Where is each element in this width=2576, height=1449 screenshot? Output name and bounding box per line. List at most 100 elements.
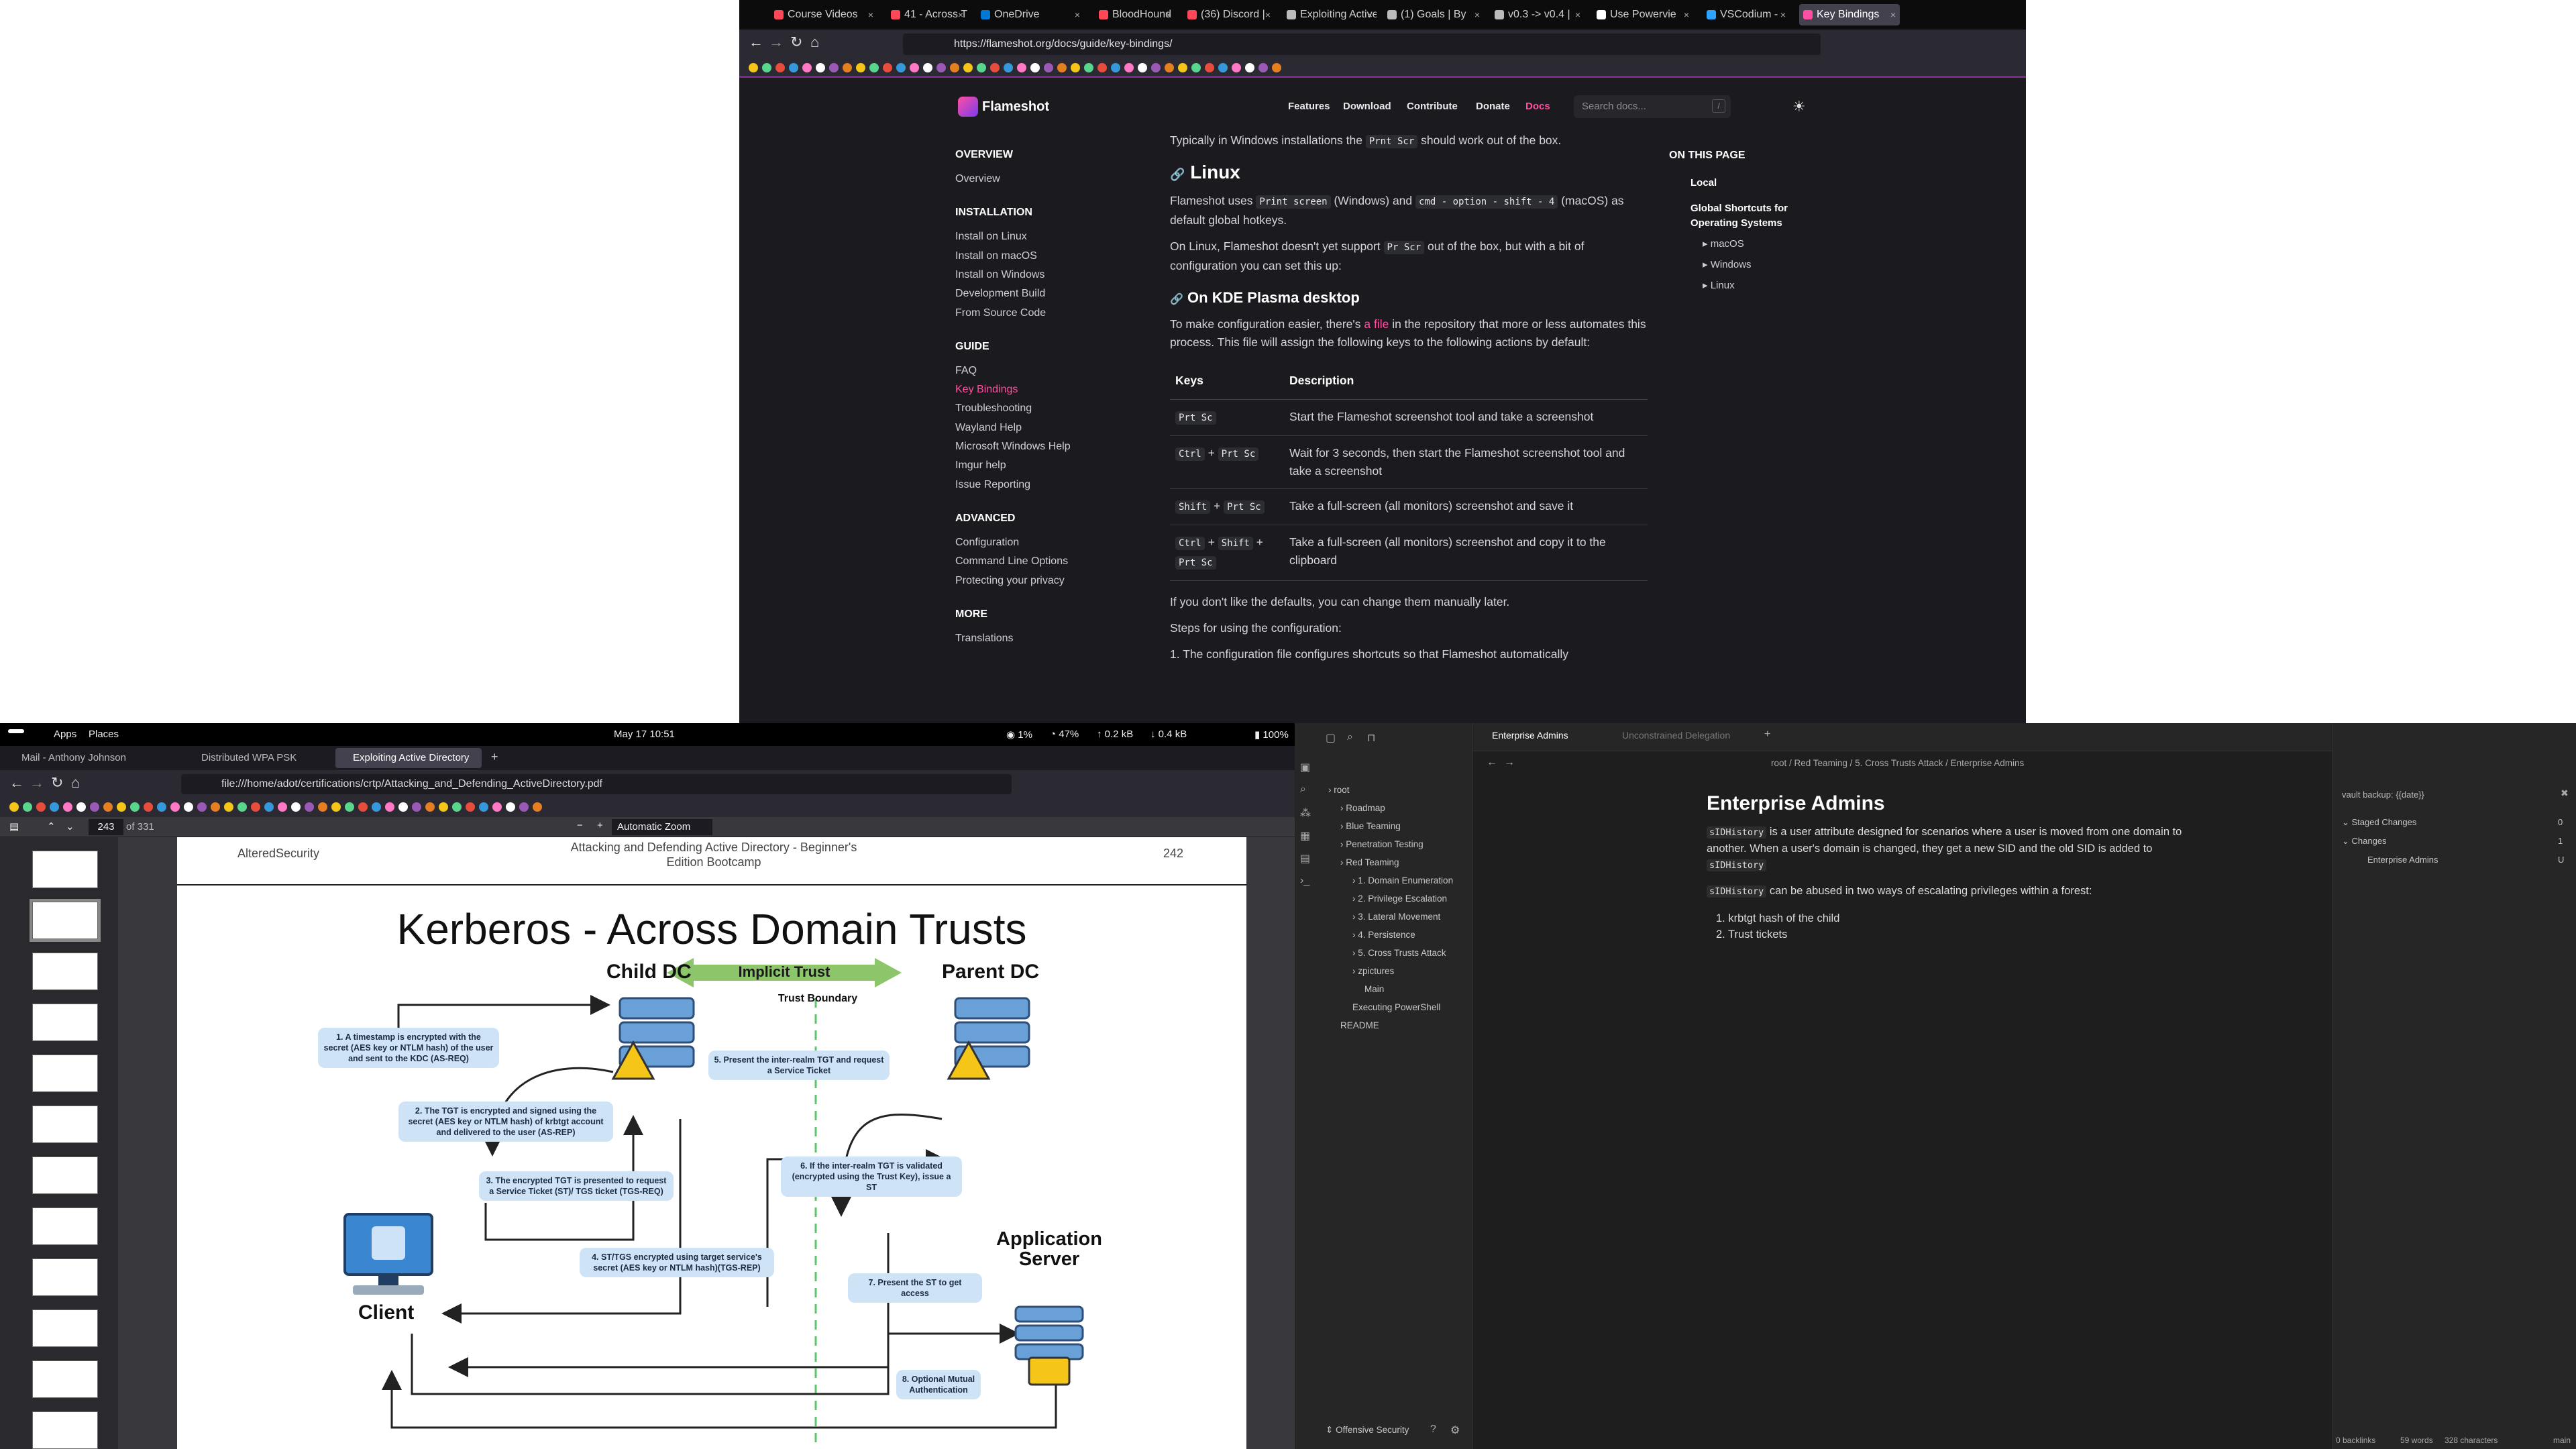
bookmark-icon[interactable] [23, 802, 32, 812]
terminal-icon[interactable]: ›_ [1300, 875, 1309, 887]
next-page-icon[interactable]: ⌄ [66, 820, 74, 833]
file-tree-item[interactable]: › 1. Domain Enumeration [1352, 875, 1453, 885]
breadcrumb-item[interactable]: root [1771, 758, 1786, 768]
bookmark-icon[interactable] [50, 802, 59, 812]
staged-changes-header[interactable]: ⌄ Staged Changes [2342, 817, 2416, 828]
close-tab-icon[interactable]: × [1890, 4, 1896, 25]
bookmark-icon[interactable] [1030, 63, 1040, 72]
bookmark-icon[interactable] [1071, 63, 1080, 72]
brand-name[interactable]: Flameshot [982, 97, 1049, 117]
nav-contribute[interactable]: Contribute [1407, 101, 1458, 112]
file-tree-item[interactable]: › 2. Privilege Escalation [1352, 894, 1447, 904]
back-icon[interactable]: ← [9, 774, 24, 792]
bookmark-icon[interactable] [479, 802, 488, 812]
bookmark-icon[interactable] [910, 63, 919, 72]
file-tree-item[interactable]: › Roadmap [1340, 803, 1385, 813]
bookmark-icon[interactable] [76, 802, 86, 812]
tab-unconstrained-delegation[interactable]: Unconstrained Delegation [1622, 730, 1730, 741]
breadcrumb-item[interactable]: 5. Cross Trusts Attack [1855, 758, 1943, 768]
page-thumbnail[interactable] [32, 1208, 98, 1245]
sidebar-item[interactable]: Troubleshooting [955, 402, 1032, 415]
sidebar-item[interactable]: Imgur help [955, 460, 1006, 472]
close-tab-icon[interactable]: × [1075, 4, 1080, 25]
sidebar-item[interactable]: Configuration [955, 537, 1019, 549]
bookmark-icon[interactable] [144, 802, 153, 812]
file-tree-item[interactable]: › Blue Teaming [1340, 821, 1401, 831]
file-tree-item[interactable]: › 5. Cross Trusts Attack [1352, 948, 1446, 958]
theme-toggle-icon[interactable]: ☀ [1792, 98, 1806, 115]
bookmark-icon[interactable] [305, 802, 314, 812]
zoom-in-icon[interactable]: + [597, 820, 603, 831]
bookmark-icon[interactable] [843, 63, 852, 72]
toc-linux[interactable]: ▸ Linux [1703, 279, 1735, 291]
close-tab-icon[interactable]: × [868, 4, 873, 25]
new-tab-icon[interactable]: + [1764, 729, 1770, 741]
sidebar-item[interactable]: Key Bindings [955, 384, 1018, 396]
browser-tab[interactable]: Key Bindings × [1799, 4, 1900, 25]
bookmark-icon[interactable] [1205, 63, 1214, 72]
clock[interactable]: May 17 10:51 [614, 729, 675, 740]
nav-forward-icon[interactable]: → [1504, 757, 1515, 769]
bookmark-icon[interactable] [856, 63, 865, 72]
note-content[interactable]: Enterprise Admins sIDHistory is a user a… [1707, 794, 2190, 943]
browser-tab[interactable]: VSCodium - × [1703, 4, 1790, 25]
bookmark-icon[interactable] [519, 802, 529, 812]
zoom-out-icon[interactable]: − [577, 820, 583, 831]
file-link[interactable]: a file [1364, 317, 1389, 331]
toc-windows[interactable]: ▸ Windows [1703, 258, 1752, 270]
settings-gear-icon[interactable]: ⚙ [1450, 1424, 1460, 1437]
tab-mail[interactable]: Mail - Anthony Johnson [4, 748, 178, 768]
bookmark-icon[interactable] [1151, 63, 1161, 72]
bookmark-icon[interactable] [345, 802, 354, 812]
bookmark-icon[interactable] [896, 63, 906, 72]
nav-donate[interactable]: Donate [1476, 101, 1510, 112]
browser-tab[interactable]: 41 - Across Tr × [887, 4, 967, 25]
file-tree-item[interactable]: › 3. Lateral Movement [1352, 912, 1440, 922]
bookmark-icon[interactable] [117, 802, 126, 812]
bookmark-icon[interactable] [789, 63, 798, 72]
close-tab-icon[interactable]: × [958, 4, 963, 25]
bookmark-icon[interactable] [318, 802, 327, 812]
bookmark-icon[interactable] [237, 802, 247, 812]
tab-exploiting-ad[interactable]: Exploiting Active Directory [335, 748, 482, 768]
activities-icon[interactable] [8, 729, 24, 733]
toc-global-shortcuts[interactable]: Global Shortcuts for Operating Systems [1690, 201, 1811, 231]
page-thumbnail[interactable] [32, 1309, 98, 1347]
bookmark-icon[interactable] [816, 63, 825, 72]
bookmark-icon[interactable] [211, 802, 220, 812]
bookmark-icon[interactable] [63, 802, 72, 812]
new-tab-icon[interactable]: + [491, 750, 498, 764]
forward-icon[interactable]: → [769, 34, 784, 51]
sidebar-item[interactable]: Microsoft Windows Help [955, 441, 1071, 453]
bookmark-icon[interactable] [883, 63, 892, 72]
page-thumbnail[interactable] [32, 1004, 98, 1041]
toc-macos[interactable]: ▸ macOS [1703, 237, 1744, 250]
file-tree-item[interactable]: README [1340, 1020, 1379, 1030]
flameshot-logo-icon[interactable] [958, 97, 978, 117]
bookmark-icon[interactable] [9, 802, 19, 812]
bookmark-icon[interactable] [1245, 63, 1254, 72]
bookmark-icon[interactable] [963, 63, 973, 72]
files-icon[interactable]: ▣ [1300, 761, 1310, 774]
page-thumbnail[interactable] [30, 899, 101, 942]
sidebar-item[interactable]: From Source Code [955, 307, 1046, 319]
page-thumbnail[interactable] [32, 1411, 98, 1449]
bookmark-icon[interactable] [936, 63, 946, 72]
toc-local[interactable]: Local [1690, 177, 1717, 189]
close-tab-icon[interactable]: × [1265, 4, 1271, 25]
url-bar[interactable]: file:///home/adot/certifications/crtp/At… [181, 774, 1012, 794]
apps-menu[interactable]: Apps [54, 729, 76, 740]
bookmark-icon[interactable] [1097, 63, 1107, 72]
forward-icon[interactable]: → [30, 774, 44, 792]
bookmark-icon[interactable] [749, 63, 758, 72]
page-thumbnail[interactable] [32, 953, 98, 990]
sidebar-item[interactable]: FAQ [955, 365, 977, 377]
bookmark-icon[interactable] [1232, 63, 1241, 72]
bookmark-icon[interactable] [977, 63, 986, 72]
nav-docs[interactable]: Docs [1525, 101, 1550, 112]
close-tab-icon[interactable]: × [1684, 4, 1689, 25]
folder-icon[interactable]: ▢ [1326, 731, 1336, 745]
url-bar[interactable]: https://flameshot.org/docs/guide/key-bin… [903, 34, 1821, 55]
bookmark-icon[interactable] [197, 802, 207, 812]
browser-tab[interactable]: Use Powervie × [1593, 4, 1693, 25]
